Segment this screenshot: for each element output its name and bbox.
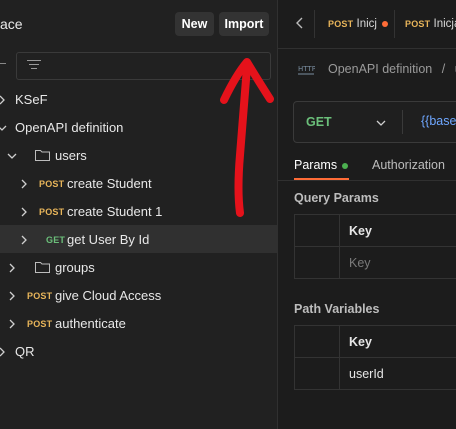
svg-text:HTTP: HTTP	[298, 65, 315, 73]
checkbox-cell	[295, 358, 340, 389]
request-panel: POST Inicj POST Inicja HTTP OpenAPI defi…	[278, 0, 456, 429]
method-badge: POST	[27, 319, 53, 329]
tab-bar: POST Inicj POST Inicja	[278, 0, 456, 49]
chevron-down-icon[interactable]	[0, 123, 7, 133]
tree-label: give Cloud Access	[55, 288, 162, 303]
chevron-right-icon[interactable]	[19, 179, 29, 189]
path-variable-key[interactable]: userId	[349, 367, 384, 381]
tree-label: create Student	[67, 176, 152, 191]
import-button[interactable]: Import	[219, 12, 269, 36]
method-badge: GET	[46, 235, 66, 245]
method-badge: POST	[328, 19, 354, 29]
tab-label: Inicja	[433, 18, 456, 30]
tree-item-request[interactable]: POST give Cloud Access	[0, 281, 277, 309]
breadcrumb-collection[interactable]: OpenAPI definition	[328, 62, 432, 76]
table-header-row: Key	[295, 215, 456, 247]
folder-icon	[35, 262, 50, 273]
table-header-row: Key	[295, 326, 456, 358]
tab-separator	[394, 10, 395, 38]
chevron-right-icon[interactable]	[0, 95, 7, 105]
tab-params[interactable]: Params	[294, 158, 337, 172]
tree-item-request-selected[interactable]: GET get User By Id	[0, 225, 277, 253]
tab-authorization[interactable]: Authorization	[372, 158, 445, 172]
chevron-down-icon[interactable]	[7, 151, 17, 161]
table-row: Key	[295, 247, 456, 278]
folder-icon	[35, 150, 50, 161]
path-variables-table: Key userId	[294, 325, 456, 390]
key-header: Key	[349, 224, 372, 238]
method-select[interactable]: GET	[306, 115, 332, 129]
method-badge: POST	[39, 207, 65, 217]
chevron-right-icon[interactable]	[19, 207, 29, 217]
tab-separator	[314, 10, 315, 38]
method-badge: POST	[27, 291, 53, 301]
chevron-right-icon[interactable]	[19, 235, 29, 245]
tab-request-2[interactable]: POST Inicja	[405, 18, 456, 30]
workspace-title: ace	[0, 16, 23, 32]
filter-icon[interactable]	[27, 59, 41, 71]
tabs-divider	[278, 180, 456, 181]
tree-label: users	[55, 148, 87, 163]
tree-label: get User By Id	[67, 232, 150, 247]
tab-label: Inicj	[356, 18, 377, 30]
tree-item-qr[interactable]: QR	[0, 337, 277, 365]
tree-label: KSeF	[15, 92, 48, 107]
tree-label: create Student 1	[67, 204, 163, 219]
breadcrumb-separator: /	[441, 62, 446, 76]
new-button[interactable]: New	[175, 12, 214, 36]
url-input[interactable]: {{base	[421, 114, 456, 128]
query-params-title: Query Params	[294, 191, 379, 205]
tab-request-1[interactable]: POST Inicj	[328, 18, 377, 30]
tab-scroll-left-icon[interactable]	[295, 16, 305, 33]
table-row: userId	[295, 358, 456, 389]
chevron-right-icon[interactable]	[7, 263, 17, 273]
chevron-right-icon[interactable]	[7, 319, 17, 329]
request-separator	[402, 110, 403, 134]
checkbox-cell	[295, 326, 340, 357]
tree-item-request[interactable]: POST authenticate	[0, 309, 277, 337]
query-params-table: Key Key	[294, 214, 456, 279]
checkbox-cell[interactable]	[295, 247, 340, 278]
breadcrumb: OpenAPI definition / u	[328, 62, 456, 76]
tree-item-groups[interactable]: groups	[0, 253, 277, 281]
tree-label: groups	[55, 260, 95, 275]
key-input[interactable]: Key	[349, 256, 371, 270]
key-header: Key	[349, 335, 372, 349]
http-icon: HTTP	[298, 65, 315, 75]
tree-label: authenticate	[55, 316, 126, 331]
method-badge: POST	[39, 179, 65, 189]
collapse-dash	[0, 63, 6, 64]
annotation-arrow-icon	[220, 58, 274, 217]
path-variables-title: Path Variables	[294, 302, 380, 316]
tree-label: OpenAPI definition	[15, 120, 124, 135]
request-bar: GET {{base	[293, 101, 456, 143]
params-indicator-dot	[342, 163, 348, 169]
chevron-right-icon[interactable]	[7, 291, 17, 301]
chevron-down-icon[interactable]	[376, 116, 386, 131]
tree-label: QR	[15, 344, 35, 359]
checkbox-cell	[295, 215, 340, 246]
chevron-right-icon[interactable]	[0, 347, 7, 357]
method-badge: POST	[405, 19, 431, 29]
unsaved-dot	[382, 21, 388, 27]
